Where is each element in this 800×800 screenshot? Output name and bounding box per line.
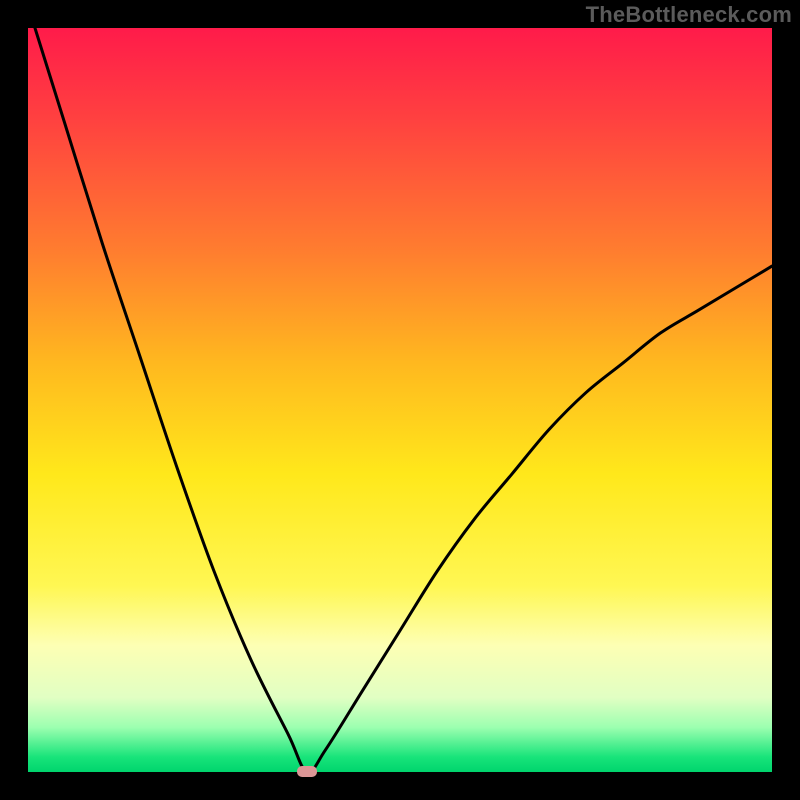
watermark-text: TheBottleneck.com [586, 2, 792, 28]
curve-path [28, 6, 772, 773]
minimum-marker [297, 766, 317, 777]
bottleneck-curve [28, 28, 772, 772]
plot-area [28, 28, 772, 772]
chart-frame: TheBottleneck.com [0, 0, 800, 800]
